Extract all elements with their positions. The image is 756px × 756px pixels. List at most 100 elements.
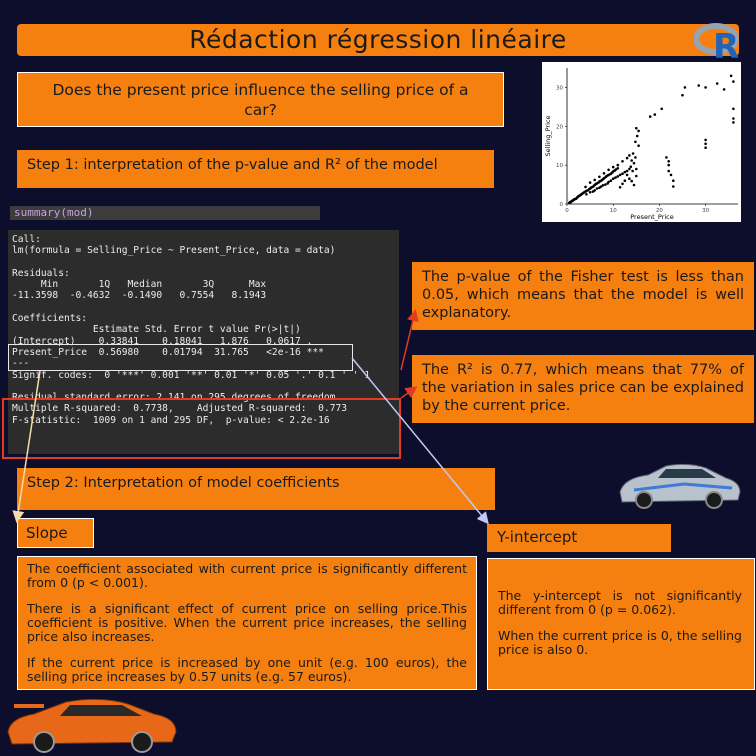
slope-paragraph-2: There is a significant effect of current… bbox=[27, 601, 467, 644]
data-point bbox=[672, 185, 675, 188]
data-point bbox=[732, 121, 735, 124]
data-point bbox=[632, 183, 636, 187]
data-point bbox=[732, 117, 735, 120]
step1-heading: Step 1: interpretation of the p-value an… bbox=[17, 150, 494, 188]
y-tick-label: 20 bbox=[556, 124, 563, 130]
data-point bbox=[704, 146, 707, 149]
data-point bbox=[635, 126, 638, 130]
data-point bbox=[588, 181, 592, 184]
data-point bbox=[683, 86, 687, 89]
data-point bbox=[631, 169, 634, 173]
yintercept-paragraph-2: When the current price is 0, the selling… bbox=[498, 628, 742, 657]
data-point bbox=[704, 142, 707, 146]
data-point bbox=[630, 159, 633, 162]
data-point bbox=[732, 107, 735, 111]
orange-car-image bbox=[7, 698, 177, 753]
data-point bbox=[667, 163, 670, 167]
yintercept-paragraph-1: The y-intercept is not significantly dif… bbox=[498, 588, 742, 617]
data-point bbox=[669, 173, 673, 177]
data-point bbox=[625, 169, 629, 173]
x-tick-label: 10 bbox=[610, 208, 617, 214]
y-tick-label: 10 bbox=[556, 163, 563, 169]
data-point bbox=[616, 167, 620, 170]
data-point bbox=[621, 172, 624, 175]
data-point bbox=[629, 165, 633, 168]
data-point bbox=[632, 161, 636, 165]
data-point bbox=[628, 177, 631, 180]
r2-explanation: The R² is 0.77, which means that 77% of … bbox=[412, 355, 754, 423]
data-point bbox=[672, 179, 675, 182]
x-axis-label: Present_Price bbox=[630, 213, 674, 221]
data-point bbox=[614, 176, 617, 179]
data-point bbox=[722, 88, 726, 91]
data-point bbox=[609, 179, 613, 182]
data-point bbox=[625, 156, 629, 160]
data-point bbox=[631, 152, 635, 155]
data-point bbox=[598, 175, 601, 179]
data-point bbox=[729, 74, 733, 78]
slope-paragraph-3: If the current price is increased by one… bbox=[27, 655, 467, 684]
data-point bbox=[616, 163, 620, 167]
r-logo: R bbox=[694, 23, 739, 61]
data-point bbox=[628, 154, 631, 157]
data-point bbox=[611, 165, 615, 169]
data-point bbox=[637, 129, 640, 133]
step2-heading: Step 2: Interpretation of model coeffici… bbox=[17, 468, 495, 510]
data-point bbox=[584, 185, 587, 189]
data-point bbox=[648, 115, 652, 118]
y-tick-label: 0 bbox=[560, 202, 564, 208]
y-tick-label: 30 bbox=[556, 85, 563, 91]
silver-car-image bbox=[619, 463, 741, 509]
data-point bbox=[601, 184, 605, 187]
data-point bbox=[607, 180, 610, 184]
data-point bbox=[585, 193, 588, 196]
scatter-plot: 0 10 20 300102030 Present_Price Selling_Pri… bbox=[542, 62, 741, 222]
data-point bbox=[611, 177, 615, 180]
data-point bbox=[588, 191, 592, 194]
model-fit-highlight bbox=[2, 398, 401, 459]
data-point bbox=[618, 186, 622, 189]
data-point bbox=[635, 134, 639, 138]
data-point bbox=[667, 160, 670, 163]
data-point bbox=[621, 160, 624, 163]
data-point bbox=[607, 168, 610, 172]
research-question: Does the present price influence the sel… bbox=[17, 72, 504, 127]
data-point bbox=[635, 174, 638, 178]
data-point bbox=[628, 167, 631, 171]
data-point bbox=[595, 187, 599, 190]
data-point bbox=[697, 84, 700, 87]
data-point bbox=[634, 140, 637, 144]
data-point bbox=[634, 156, 637, 159]
data-point bbox=[681, 93, 684, 97]
data-point bbox=[593, 178, 596, 182]
data-point bbox=[602, 172, 606, 175]
y-axis-label: Selling_Price bbox=[544, 116, 552, 157]
yintercept-heading: Y-intercept bbox=[487, 524, 671, 552]
data-point bbox=[625, 173, 629, 177]
yintercept-explanation: The y-intercept is not significantly dif… bbox=[487, 558, 755, 690]
r-logo-letter: R bbox=[713, 27, 739, 61]
data-point bbox=[660, 107, 663, 111]
data-point bbox=[732, 80, 735, 83]
slope-heading: Slope bbox=[17, 518, 94, 548]
pvalue-explanation: The p-value of the Fisher test is less t… bbox=[412, 262, 754, 330]
data-point bbox=[635, 167, 638, 171]
data-point bbox=[618, 173, 622, 177]
coefficients-highlight bbox=[8, 344, 353, 371]
data-point bbox=[715, 82, 719, 85]
data-point bbox=[630, 179, 633, 183]
data-point bbox=[621, 182, 624, 186]
data-point bbox=[667, 169, 670, 173]
data-point bbox=[665, 156, 668, 159]
page-title: Rédaction régression linéaire bbox=[17, 24, 739, 56]
data-point bbox=[623, 170, 627, 174]
slope-explanation: The coefficient associated with current … bbox=[17, 556, 477, 690]
data-point bbox=[604, 183, 607, 186]
data-point bbox=[704, 138, 707, 142]
data-point bbox=[704, 86, 707, 89]
data-point bbox=[593, 189, 596, 192]
data-point bbox=[637, 144, 640, 147]
x-tick-label: 30 bbox=[702, 208, 709, 214]
data-point bbox=[623, 179, 627, 182]
data-point bbox=[653, 113, 657, 116]
